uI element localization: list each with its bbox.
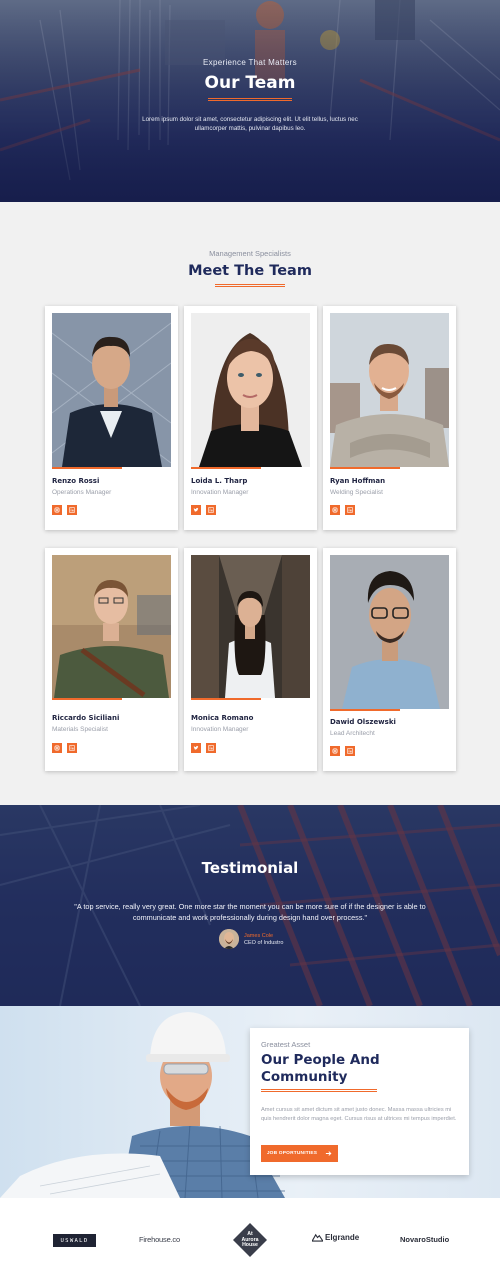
team-member-photo bbox=[52, 313, 171, 467]
team-member-name: Ryan Hoffman bbox=[330, 477, 386, 485]
team-member-name: Dawid Olszewski bbox=[330, 718, 396, 726]
hero-title-underline bbox=[208, 98, 292, 101]
logo-firehouse: Firehouse.co bbox=[139, 1235, 180, 1244]
team-card[interactable]: Monica Romano Innovation Manager bbox=[184, 548, 317, 771]
job-opportunities-button-label: JOB OPORTUNITIES bbox=[266, 1151, 318, 1156]
team-member-photo bbox=[52, 555, 171, 698]
arrow-right-icon bbox=[326, 1151, 332, 1156]
team-member-role: Innovation Manager bbox=[191, 489, 249, 496]
team-member-photo bbox=[330, 313, 449, 467]
logo-elgrande: Elgrande bbox=[312, 1233, 359, 1242]
social-links bbox=[191, 743, 216, 753]
card-accent-bar bbox=[330, 467, 400, 469]
team-card[interactable]: Ryan Hoffman Welding Specialist bbox=[323, 306, 456, 530]
linkedin-icon[interactable] bbox=[67, 505, 77, 515]
people-card: Greatest Asset Our People And Community … bbox=[250, 1028, 469, 1175]
testimonial-author: James Cole CEO of Industro bbox=[219, 929, 283, 949]
twitter-icon[interactable] bbox=[191, 743, 201, 753]
card-accent-bar bbox=[191, 698, 261, 700]
team-member-role: Lead Architecht bbox=[330, 730, 375, 737]
team-member-photo bbox=[191, 555, 310, 698]
people-title-underline bbox=[261, 1089, 377, 1092]
team-member-role: Welding Specialist bbox=[330, 489, 383, 496]
hero-eyebrow: Experience That Matters bbox=[203, 58, 297, 67]
hero-title: Our Team bbox=[204, 73, 296, 93]
job-opportunities-button[interactable]: JOB OPORTUNITIES bbox=[261, 1145, 338, 1162]
hero-content: Experience That Matters Our Team Lorem i… bbox=[0, 58, 500, 133]
team-card[interactable]: Loida L. Tharp Innovation Manager bbox=[184, 306, 317, 530]
people-title: Our People And Community bbox=[261, 1052, 380, 1085]
card-accent-bar bbox=[52, 467, 122, 469]
people-description: Amet cursus sit amet dictum sit amet jus… bbox=[261, 1107, 457, 1122]
linkedin-icon[interactable] bbox=[67, 743, 77, 753]
logo-novaro-studio: NovaroStudio bbox=[400, 1235, 450, 1244]
team-eyebrow: Management Specialists bbox=[209, 249, 291, 258]
team-member-photo bbox=[191, 313, 310, 467]
linkedin-icon[interactable] bbox=[345, 505, 355, 515]
team-member-role: Innovation Manager bbox=[191, 726, 249, 733]
instagram-icon[interactable] bbox=[52, 505, 62, 515]
testimonial-author-name: James Cole bbox=[244, 932, 274, 939]
linkedin-icon[interactable] bbox=[345, 746, 355, 756]
linkedin-icon[interactable] bbox=[206, 743, 216, 753]
testimonial-title: Testimonial bbox=[201, 859, 299, 877]
team-title-underline bbox=[215, 284, 285, 287]
team-card[interactable]: Renzo Rossi Operations Manager bbox=[45, 306, 178, 530]
hero-description: Lorem ipsum dolor sit amet, consectetur … bbox=[142, 116, 358, 132]
social-links bbox=[330, 505, 355, 515]
social-links bbox=[191, 505, 216, 515]
testimonial-quote: "A top service, really very great. One m… bbox=[74, 902, 426, 922]
client-logos: USWALD Firehouse.co At Aurora House Elgr… bbox=[0, 1198, 500, 1286]
team-member-name: Riccardo Siciliani bbox=[52, 714, 120, 722]
linkedin-icon[interactable] bbox=[206, 505, 216, 515]
people-eyebrow: Greatest Asset bbox=[261, 1040, 311, 1049]
logo-aurora-house: At Aurora House bbox=[232, 1222, 268, 1258]
instagram-icon[interactable] bbox=[330, 505, 340, 515]
social-links bbox=[52, 743, 77, 753]
team-member-name: Renzo Rossi bbox=[52, 477, 100, 485]
card-accent-bar bbox=[52, 698, 122, 700]
mountain-icon bbox=[312, 1233, 323, 1242]
team-member-photo bbox=[330, 555, 449, 709]
twitter-icon[interactable] bbox=[191, 505, 201, 515]
testimonial-section: Testimonial "A top service, really very … bbox=[0, 805, 500, 1006]
logo-elgrande-text: Elgrande bbox=[325, 1233, 360, 1242]
avatar bbox=[219, 929, 239, 949]
people-community-section: Greatest Asset Our People And Community … bbox=[0, 1006, 500, 1198]
social-links bbox=[330, 746, 355, 756]
social-links bbox=[52, 505, 77, 515]
team-card[interactable]: Riccardo Siciliani Materials Specialist bbox=[45, 548, 178, 771]
team-member-role: Materials Specialist bbox=[52, 726, 108, 733]
hero-section: Experience That Matters Our Team Lorem i… bbox=[0, 0, 500, 202]
testimonial-author-role: CEO of Industro bbox=[244, 939, 284, 946]
card-accent-bar bbox=[330, 709, 400, 711]
logo-uswald: USWALD bbox=[53, 1234, 96, 1247]
team-member-name: Loida L. Tharp bbox=[191, 477, 248, 485]
team-section: Management Specialists Meet The Team Ren… bbox=[0, 202, 500, 805]
instagram-icon[interactable] bbox=[330, 746, 340, 756]
team-card[interactable]: Dawid Olszewski Lead Architecht bbox=[323, 548, 456, 771]
logo-aurora-house-text: At Aurora House bbox=[241, 1231, 259, 1249]
team-member-role: Operations Manager bbox=[52, 489, 112, 496]
instagram-icon[interactable] bbox=[52, 743, 62, 753]
team-member-name: Monica Romano bbox=[191, 714, 254, 722]
card-accent-bar bbox=[191, 467, 261, 469]
team-title: Meet The Team bbox=[188, 263, 312, 279]
